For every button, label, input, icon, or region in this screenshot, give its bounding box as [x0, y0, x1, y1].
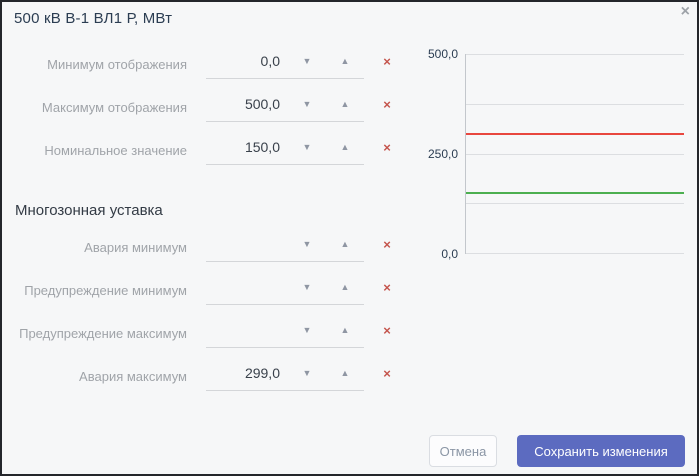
spinner-down-icon[interactable]: ▼ [288, 239, 326, 249]
field-value[interactable]: 0,0 [206, 53, 288, 69]
spinner-up-icon[interactable]: ▲ [326, 99, 364, 109]
chart-gridline [466, 54, 684, 55]
chart-gridline [466, 103, 684, 105]
chart-threshold-line [466, 132, 684, 135]
clear-field-icon[interactable]: × [379, 226, 395, 263]
save-button[interactable]: Сохранить изменения [517, 435, 685, 467]
field-row-display-max: Максимум отображения 500,0 ▼ ▲ × [2, 86, 412, 129]
chart-plot [465, 54, 684, 254]
chart-ytick-label: 500,0 [427, 47, 458, 61]
spinner-up-icon[interactable]: ▲ [326, 282, 364, 292]
spinner-down-icon[interactable]: ▼ [288, 142, 326, 152]
clear-field-icon[interactable]: × [379, 269, 395, 306]
field-input[interactable]: ▼ ▲ [206, 227, 364, 262]
field-label: Предупреждение минимум [24, 283, 187, 298]
spinner-up-icon[interactable]: ▲ [326, 239, 364, 249]
field-label: Авария максимум [79, 369, 187, 384]
field-label: Предупреждение максимум [19, 326, 187, 341]
field-label: Авария минимум [84, 240, 187, 255]
spinner-down-icon[interactable]: ▼ [288, 325, 326, 335]
chart-gridline [466, 153, 684, 155]
field-value[interactable]: 299,0 [206, 365, 288, 381]
field-label: Номинальное значение [44, 143, 187, 158]
spinner-down-icon[interactable]: ▼ [288, 99, 326, 109]
field-input[interactable]: 0,0 ▼ ▲ [206, 44, 364, 79]
settings-form: Минимум отображения 0,0 ▼ ▲ × Максимум о… [2, 43, 412, 398]
field-input[interactable]: 500,0 ▼ ▲ [206, 87, 364, 122]
field-row-warning-max: Предупреждение максимум ▼ ▲ × [2, 312, 412, 355]
field-input[interactable]: ▼ ▲ [206, 313, 364, 348]
clear-field-icon[interactable]: × [379, 43, 395, 80]
chart-ytick-label: 250,0 [427, 147, 458, 161]
field-row-display-min: Минимум отображения 0,0 ▼ ▲ × [2, 43, 412, 86]
spinner-down-icon[interactable]: ▼ [288, 368, 326, 378]
spinner-up-icon[interactable]: ▲ [326, 325, 364, 335]
spinner-down-icon[interactable]: ▼ [288, 56, 326, 66]
spinner-up-icon[interactable]: ▲ [326, 368, 364, 378]
field-label: Минимум отображения [47, 57, 187, 72]
spinner-down-icon[interactable]: ▼ [288, 282, 326, 292]
field-label: Максимум отображения [41, 100, 187, 115]
field-row-alarm-min: Авария минимум ▼ ▲ × [2, 226, 412, 269]
cancel-button[interactable]: Отмена [429, 435, 497, 467]
field-input[interactable]: 150,0 ▼ ▲ [206, 130, 364, 165]
field-input[interactable]: ▼ ▲ [206, 270, 364, 305]
chart-threshold-line [466, 192, 684, 195]
chart-gridline [466, 253, 684, 254]
clear-field-icon[interactable]: × [379, 86, 395, 123]
chart-gridline [466, 203, 684, 205]
field-row-alarm-max: Авария максимум 299,0 ▼ ▲ × [2, 355, 412, 398]
settings-dialog: 500 кВ В-1 ВЛ1 Р, МВт × Минимум отображе… [0, 0, 699, 476]
field-input[interactable]: 299,0 ▼ ▲ [206, 356, 364, 391]
clear-field-icon[interactable]: × [379, 129, 395, 166]
field-value[interactable]: 500,0 [206, 96, 288, 112]
field-value[interactable]: 150,0 [206, 139, 288, 155]
spinner-up-icon[interactable]: ▲ [326, 142, 364, 152]
spinner-up-icon[interactable]: ▲ [326, 56, 364, 66]
chart-ytick-label: 0,0 [441, 247, 458, 261]
close-icon[interactable]: × [681, 3, 690, 21]
dialog-title: 500 кВ В-1 ВЛ1 Р, МВт [14, 10, 173, 27]
section-title: Многозонная уставка [15, 202, 163, 219]
clear-field-icon[interactable]: × [379, 312, 395, 349]
clear-field-icon[interactable]: × [379, 355, 395, 392]
field-row-nominal: Номинальное значение 150,0 ▼ ▲ × [2, 129, 412, 172]
field-row-warning-min: Предупреждение минимум ▼ ▲ × [2, 269, 412, 312]
